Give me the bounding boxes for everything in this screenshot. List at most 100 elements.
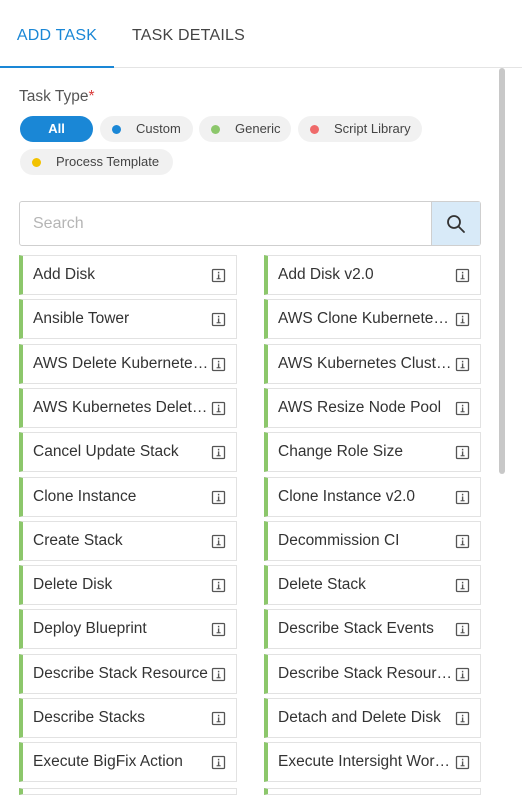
- task-card[interactable]: Describe Stacks: [19, 698, 237, 738]
- task-name: AWS Clone Kubernetes Cluster: [278, 310, 454, 327]
- task-type-label-text: Task Type: [19, 88, 89, 105]
- task-card[interactable]: Deploy Blueprint: [19, 609, 237, 649]
- tab-task-details[interactable]: TASK DETAILS: [132, 0, 245, 68]
- task-name: AWS Kubernetes Delete Node Pool: [33, 399, 210, 416]
- task-card[interactable]: Cancel Update Stack: [19, 432, 237, 472]
- info-icon[interactable]: [211, 755, 226, 770]
- task-card[interactable]: AWS Clone Kubernetes Cluster: [264, 299, 481, 339]
- tab-bar: ADD TASK TASK DETAILS: [0, 0, 522, 68]
- task-name: Describe Stack Events: [278, 620, 434, 637]
- task-name: Deploy Blueprint: [33, 620, 147, 637]
- task-name: AWS Resize Node Pool: [278, 399, 442, 416]
- task-card-partial[interactable]: [19, 788, 237, 795]
- info-icon[interactable]: [211, 667, 226, 682]
- info-icon[interactable]: [455, 534, 470, 549]
- custom-dot-icon: [112, 125, 121, 134]
- task-card[interactable]: Execute Intersight Workflow: [264, 742, 481, 782]
- task-name: Describe Stack Resources: [278, 665, 454, 682]
- info-icon[interactable]: [211, 401, 226, 416]
- task-card[interactable]: Delete Disk: [19, 565, 237, 605]
- script-library-dot-icon: [310, 125, 319, 134]
- info-icon[interactable]: [211, 578, 226, 593]
- filter-chip-label: Script Library: [334, 121, 411, 136]
- task-card[interactable]: Create Stack: [19, 521, 237, 561]
- info-icon[interactable]: [455, 622, 470, 637]
- info-icon[interactable]: [211, 534, 226, 549]
- filter-chip-label: Generic: [235, 121, 281, 136]
- task-name: Ansible Tower: [33, 310, 130, 327]
- scrollbar[interactable]: [499, 68, 505, 795]
- task-card[interactable]: Describe Stack Resource: [19, 654, 237, 694]
- task-card[interactable]: Add Disk v2.0: [264, 255, 481, 295]
- filter-chip-process-template[interactable]: Process Template: [20, 149, 173, 175]
- task-name: Clone Instance: [33, 488, 137, 505]
- task-card[interactable]: Describe Stack Events: [264, 609, 481, 649]
- info-icon[interactable]: [455, 268, 470, 283]
- task-name: Create Stack: [33, 532, 123, 549]
- search-input[interactable]: [20, 202, 432, 245]
- task-card[interactable]: Detach and Delete Disk: [264, 698, 481, 738]
- info-icon[interactable]: [211, 445, 226, 460]
- filter-chip-script-library[interactable]: Script Library: [298, 116, 422, 142]
- info-icon[interactable]: [455, 578, 470, 593]
- filter-chip-custom[interactable]: Custom: [100, 116, 193, 142]
- info-icon[interactable]: [455, 312, 470, 327]
- task-type-label: Task Type*: [19, 88, 95, 106]
- task-card[interactable]: Decommission CI: [264, 521, 481, 561]
- filter-chip-label: Custom: [136, 121, 181, 136]
- task-card[interactable]: AWS Kubernetes Cluster Details: [264, 344, 481, 384]
- search-box: [19, 201, 481, 246]
- task-name: AWS Kubernetes Cluster Details: [278, 355, 454, 372]
- info-icon[interactable]: [211, 490, 226, 505]
- task-name: Detach and Delete Disk: [278, 709, 441, 726]
- task-name: Delete Stack: [278, 576, 366, 593]
- task-card[interactable]: AWS Delete Kubernetes Cluster: [19, 344, 237, 384]
- info-icon[interactable]: [455, 445, 470, 460]
- info-icon[interactable]: [455, 755, 470, 770]
- task-card[interactable]: Clone Instance: [19, 477, 237, 517]
- task-name: Execute Intersight Workflow: [278, 753, 454, 770]
- task-name: Clone Instance v2.0: [278, 488, 416, 505]
- task-card[interactable]: Add Disk: [19, 255, 237, 295]
- info-icon[interactable]: [455, 667, 470, 682]
- task-name: Decommission CI: [278, 532, 400, 549]
- info-icon[interactable]: [211, 357, 226, 372]
- task-name: Execute BigFix Action: [33, 753, 183, 770]
- task-card[interactable]: Delete Stack: [264, 565, 481, 605]
- task-card[interactable]: Describe Stack Resources: [264, 654, 481, 694]
- task-name: Describe Stack Resource: [33, 665, 208, 682]
- task-name: Add Disk v2.0: [278, 266, 374, 283]
- task-name: AWS Delete Kubernetes Cluster: [33, 355, 210, 372]
- info-icon[interactable]: [455, 357, 470, 372]
- process-template-dot-icon: [32, 158, 41, 167]
- task-name: Cancel Update Stack: [33, 443, 179, 460]
- task-card[interactable]: Ansible Tower: [19, 299, 237, 339]
- task-name: Add Disk: [33, 266, 96, 283]
- info-icon[interactable]: [211, 711, 226, 726]
- info-icon[interactable]: [211, 312, 226, 327]
- task-name: Delete Disk: [33, 576, 113, 593]
- info-icon[interactable]: [455, 711, 470, 726]
- task-name: Describe Stacks: [33, 709, 145, 726]
- search-icon: [447, 215, 465, 233]
- task-card-partial[interactable]: [264, 788, 481, 795]
- info-icon[interactable]: [211, 268, 226, 283]
- task-name: Change Role Size: [278, 443, 403, 460]
- generic-dot-icon: [211, 125, 220, 134]
- task-card[interactable]: Change Role Size: [264, 432, 481, 472]
- task-card[interactable]: Execute BigFix Action: [19, 742, 237, 782]
- scrollbar-thumb[interactable]: [499, 68, 505, 474]
- required-marker: *: [88, 88, 95, 105]
- task-card[interactable]: AWS Kubernetes Delete Node Pool: [19, 388, 237, 428]
- info-icon[interactable]: [455, 490, 470, 505]
- tab-add-task[interactable]: ADD TASK: [0, 0, 114, 68]
- filter-chip-all[interactable]: All: [20, 116, 93, 142]
- filter-chip-label: All: [48, 121, 65, 136]
- search-button[interactable]: [431, 202, 480, 245]
- task-card[interactable]: Clone Instance v2.0: [264, 477, 481, 517]
- info-icon[interactable]: [455, 401, 470, 416]
- filter-chip-label: Process Template: [56, 154, 160, 169]
- filter-chip-generic[interactable]: Generic: [199, 116, 291, 142]
- task-card[interactable]: AWS Resize Node Pool: [264, 388, 481, 428]
- info-icon[interactable]: [211, 622, 226, 637]
